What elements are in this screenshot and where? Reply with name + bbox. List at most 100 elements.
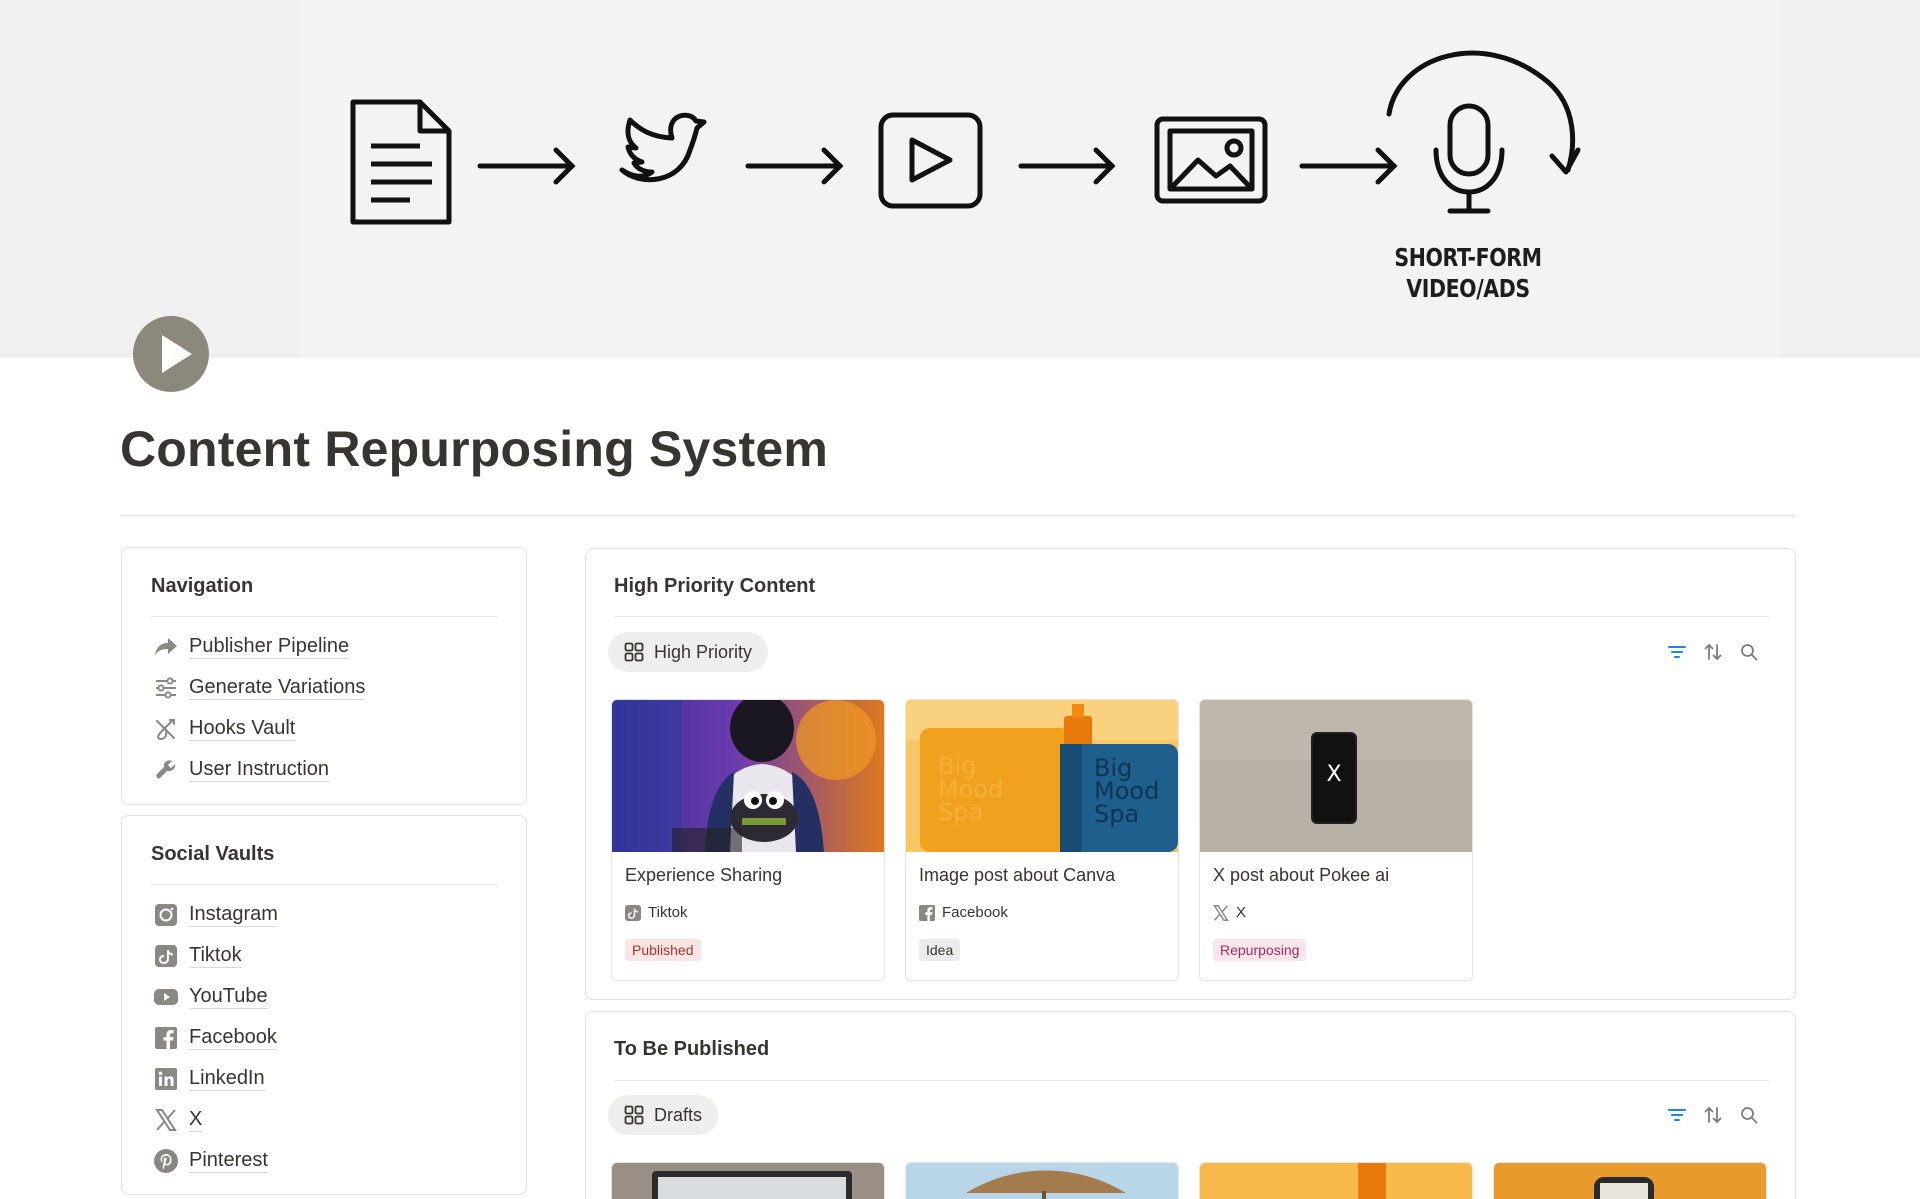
high-priority-panel: High Priority Content High Priority Expe… xyxy=(585,548,1796,1000)
card-title: Experience Sharing xyxy=(625,865,783,885)
view-toolbar xyxy=(1668,643,1758,661)
x-icon xyxy=(1213,904,1229,921)
nav-item-label: Publisher Pipeline xyxy=(189,635,350,659)
card-platform: Tiktok xyxy=(625,904,687,921)
sort-icon[interactable] xyxy=(1704,643,1722,661)
status-badge: Repurposing xyxy=(1213,939,1307,961)
linkedin-icon xyxy=(153,1066,179,1092)
high-priority-heading: High Priority Content xyxy=(614,575,816,597)
vault-item-label: Pinterest xyxy=(189,1149,268,1173)
card-thumbnail xyxy=(906,1163,1178,1199)
content-card[interactable]: Experience Sharing Tiktok Published xyxy=(611,699,885,981)
divider xyxy=(614,1080,1769,1081)
page-title: Content Repurposing System xyxy=(120,421,829,477)
divider xyxy=(614,616,1769,617)
divider xyxy=(151,616,498,617)
vault-item-label: X xyxy=(189,1108,203,1132)
card-platform: X xyxy=(1213,904,1246,921)
cover-caption: SHORT-FORM VIDEO/ADS xyxy=(1379,242,1556,304)
cover-banner: SHORT-FORM VIDEO/ADS xyxy=(0,0,1920,358)
phone-screen-logo: X xyxy=(1326,762,1342,787)
card-thumbnail xyxy=(612,1163,884,1199)
artwork-line: Spa xyxy=(938,798,984,826)
hook-icon xyxy=(153,716,179,742)
vault-item-label: YouTube xyxy=(189,985,268,1009)
artwork-line: Spa xyxy=(1094,800,1140,828)
vault-item-label: Facebook xyxy=(189,1026,277,1050)
play-circle-icon[interactable] xyxy=(133,316,209,392)
draft-card[interactable] xyxy=(611,1162,885,1199)
view-toolbar xyxy=(1668,1106,1758,1124)
vault-item-x[interactable]: X xyxy=(153,1099,493,1140)
filter-icon[interactable] xyxy=(1668,643,1686,661)
card-thumbnail xyxy=(1200,1163,1472,1199)
to-be-published-panel: To Be Published Drafts xyxy=(585,1011,1796,1199)
nav-item-user-instruction[interactable]: User Instruction xyxy=(153,749,493,790)
vault-item-label: LinkedIn xyxy=(189,1067,265,1091)
navigation-list: Publisher Pipeline Generate Variations H… xyxy=(153,626,493,790)
tiktok-icon xyxy=(153,943,179,969)
to-be-published-heading: To Be Published xyxy=(614,1038,770,1060)
vault-item-facebook[interactable]: Facebook xyxy=(153,1017,493,1058)
card-platform: Facebook xyxy=(919,904,1008,921)
youtube-icon xyxy=(153,984,179,1010)
card-thumbnail xyxy=(612,700,884,852)
social-vaults-heading: Social Vaults xyxy=(151,843,275,865)
card-platform-label: Tiktok xyxy=(648,904,688,921)
sliders-icon xyxy=(153,675,179,701)
draft-card[interactable] xyxy=(905,1162,1179,1199)
view-tab-high-priority[interactable]: High Priority xyxy=(608,632,769,672)
filter-icon[interactable] xyxy=(1668,1106,1686,1124)
divider xyxy=(120,515,1795,516)
share-arrow-icon xyxy=(153,634,179,660)
facebook-icon xyxy=(919,904,935,921)
card-thumbnail: Big Mood Spa Big Mood Spa xyxy=(906,700,1178,852)
view-tab-drafts[interactable]: Drafts xyxy=(608,1095,719,1135)
card-thumbnail: X xyxy=(1200,700,1472,852)
sort-icon[interactable] xyxy=(1704,1106,1722,1124)
card-artwork-text: Big Mood Spa xyxy=(1094,756,1159,828)
card-title: X post about Pokee ai xyxy=(1213,865,1390,885)
draft-card[interactable] xyxy=(1199,1162,1473,1199)
nav-item-label: Generate Variations xyxy=(189,676,366,700)
vault-item-instagram[interactable]: Instagram xyxy=(153,894,493,935)
draft-card[interactable] xyxy=(1493,1162,1767,1199)
gallery-icon xyxy=(624,642,644,662)
tiktok-icon xyxy=(625,904,641,921)
cover-caption-line: VIDEO/ADS xyxy=(1406,274,1530,303)
gallery-icon xyxy=(624,1105,644,1125)
status-badge: Idea xyxy=(919,939,961,961)
nav-item-label: User Instruction xyxy=(189,758,330,782)
vault-item-pinterest[interactable]: Pinterest xyxy=(153,1140,493,1181)
card-thumbnail xyxy=(1494,1163,1766,1199)
search-icon[interactable] xyxy=(1740,1106,1758,1124)
nav-item-generate-variations[interactable]: Generate Variations xyxy=(153,667,493,708)
view-tab-label: High Priority xyxy=(654,641,753,662)
view-tab-label: Drafts xyxy=(654,1104,703,1125)
nav-item-label: Hooks Vault xyxy=(189,717,296,741)
x-icon xyxy=(153,1107,179,1133)
facebook-icon xyxy=(153,1025,179,1051)
content-card[interactable]: X X post about Pokee ai X Repurposing xyxy=(1199,699,1473,981)
vault-item-youtube[interactable]: YouTube xyxy=(153,976,493,1017)
content-card[interactable]: Big Mood Spa Big Mood Spa Image post abo… xyxy=(905,699,1179,981)
status-badge: Published xyxy=(625,939,701,961)
divider xyxy=(151,884,498,885)
social-vaults-panel: Social Vaults Instagram Tiktok YouTube F… xyxy=(121,815,527,1195)
card-platform-label: Facebook xyxy=(942,904,1008,921)
nav-item-publisher-pipeline[interactable]: Publisher Pipeline xyxy=(153,626,493,667)
cover-caption-line: SHORT-FORM xyxy=(1394,243,1542,272)
navigation-heading: Navigation xyxy=(151,575,254,597)
vault-item-linkedin[interactable]: LinkedIn xyxy=(153,1058,493,1099)
vault-item-label: Instagram xyxy=(189,903,278,927)
instagram-icon xyxy=(153,902,179,928)
search-icon[interactable] xyxy=(1740,643,1758,661)
card-title: Image post about Canva xyxy=(919,865,1116,885)
card-platform-label: X xyxy=(1236,904,1247,921)
pinterest-icon xyxy=(153,1148,179,1174)
nav-item-hooks-vault[interactable]: Hooks Vault xyxy=(153,708,493,749)
vault-item-tiktok[interactable]: Tiktok xyxy=(153,935,493,976)
repurposing-flow-illustration xyxy=(0,0,1920,358)
navigation-panel: Navigation Publisher Pipeline Generate V… xyxy=(121,547,527,805)
card-artwork-text: Big Mood Spa xyxy=(938,754,1003,826)
